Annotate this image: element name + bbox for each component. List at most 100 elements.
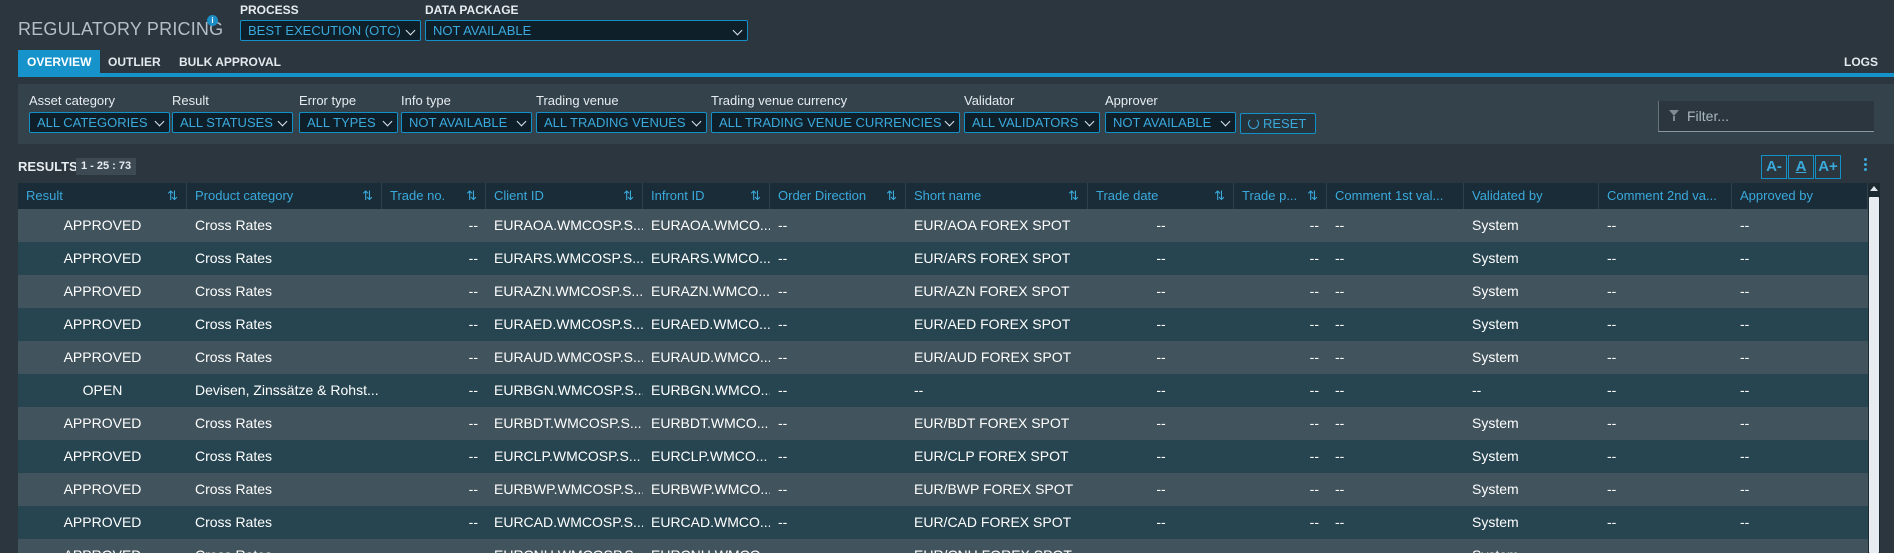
trading-venue-currency-select[interactable]: ALL TRADING VENUE CURRENCIES <box>711 112 960 133</box>
cell-result: APPROVED <box>63 514 142 530</box>
cell-validated-by: System <box>1472 250 1519 266</box>
cell-comment-2nd-va: -- <box>1607 217 1617 233</box>
cell-trade-no: -- <box>468 250 478 266</box>
more-options-icon[interactable] <box>1864 158 1868 174</box>
sort-icon[interactable]: ⇅ <box>886 183 897 209</box>
column-header-result[interactable]: Result ⇅ <box>18 183 187 209</box>
scrollbar-thumb[interactable] <box>1869 197 1879 553</box>
sort-icon[interactable]: ⇅ <box>750 183 761 209</box>
tab-overview[interactable]: OVERVIEW <box>18 50 101 74</box>
reset-button[interactable]: RESET <box>1240 113 1316 134</box>
result-select[interactable]: ALL STATUSES <box>172 112 293 133</box>
cell-product-category: Cross Rates <box>195 217 273 233</box>
vertical-scrollbar[interactable] <box>1868 183 1880 553</box>
info-icon[interactable]: i <box>207 15 218 26</box>
column-header-validated-by[interactable]: Validated by <box>1464 183 1599 209</box>
validator-select[interactable]: ALL VALIDATORS <box>964 112 1100 133</box>
info-type-select[interactable]: NOT AVAILABLE <box>401 112 532 133</box>
cell-client-id: EURBGN.WMCOSP.S... <box>494 382 643 398</box>
cell-comment-1st-val: -- <box>1327 539 1464 553</box>
cell-validated-by: System <box>1472 217 1519 233</box>
cell-approved-by: -- <box>1740 481 1750 497</box>
filter-input[interactable] <box>1687 106 1867 126</box>
column-header-product-category[interactable]: Product category ⇅ <box>187 183 382 209</box>
sort-icon[interactable]: ⇅ <box>167 183 178 209</box>
tab-outlier[interactable]: OUTLIER <box>99 50 170 74</box>
chevron-down-icon <box>1084 116 1095 127</box>
sort-icon[interactable]: ⇅ <box>466 183 477 209</box>
cell-infront-id: EURBDT.WMCO... <box>651 415 769 431</box>
column-header-trade-no[interactable]: Trade no. ⇅ <box>382 183 486 209</box>
sort-icon[interactable]: ⇅ <box>1214 183 1225 209</box>
cell-comment-2nd-va: -- <box>1607 481 1617 497</box>
cell-short-name: EUR/ARS FOREX SPOT <box>914 250 1071 266</box>
table-row[interactable]: APPROVED Cross Rates -- EURBDT.WMCOSP.S... E… <box>18 407 1868 440</box>
result-value: ALL STATUSES <box>180 115 273 130</box>
data-package-select[interactable]: NOT AVAILABLE <box>425 20 748 41</box>
column-header-trade-p[interactable]: Trade p... ⇅ <box>1234 183 1327 209</box>
table-row[interactable]: APPROVED Cross Rates -- EURAED.WMCOSP.S... E… <box>18 308 1868 341</box>
filter-label-result: Result <box>172 93 209 108</box>
tab-bulk-approval[interactable]: BULK APPROVAL <box>170 50 290 74</box>
table-row[interactable]: APPROVED Cross Rates -- EURCAD.WMCOSP.S... E… <box>18 506 1868 539</box>
cell-comment-1st-val: -- <box>1335 481 1345 497</box>
column-header-client-id[interactable]: Client ID ⇅ <box>486 183 643 209</box>
filter-label-info-type: Info type <box>401 93 451 108</box>
font-default-button[interactable]: A <box>1788 155 1814 179</box>
cell-trade-p: -- <box>1309 481 1319 497</box>
cell-approved-by: -- <box>1740 349 1750 365</box>
column-header-approved-by[interactable]: Approved by <box>1732 183 1868 209</box>
cell-trade-no: -- <box>468 283 478 299</box>
column-header-infront-id[interactable]: Infront ID ⇅ <box>643 183 770 209</box>
asset-category-select[interactable]: ALL CATEGORIES <box>29 112 170 133</box>
cell-comment-2nd-va: -- <box>1607 349 1617 365</box>
chevron-down-icon <box>154 116 165 127</box>
column-header-label: Short name <box>914 188 982 203</box>
table-row[interactable]: APPROVED Cross Rates -- EURBWP.WMCOSP.S... E… <box>18 473 1868 506</box>
chevron-down-icon <box>516 116 527 127</box>
cell-trade-p: -- <box>1309 349 1319 365</box>
sort-icon[interactable]: ⇅ <box>1307 183 1318 209</box>
column-header-order-direction[interactable]: Order Direction ⇅ <box>770 183 906 209</box>
trading-venue-select[interactable]: ALL TRADING VENUES <box>536 112 707 133</box>
cell-comment-1st-val: -- <box>1335 283 1345 299</box>
process-select[interactable]: BEST EXECUTION (OTC) <box>240 20 421 41</box>
cell-product-category: Cross Rates <box>187 539 382 553</box>
filter-label-trading-venue-currency: Trading venue currency <box>711 93 848 108</box>
column-header-comment-2nd-va[interactable]: Comment 2nd va... <box>1599 183 1732 209</box>
cell-trade-date: -- <box>1156 316 1166 332</box>
cell-infront-id: EURAOA.WMCO... <box>651 217 770 233</box>
table-row[interactable]: OPEN Devisen, Zinssätze & Rohst... -- EURBG… <box>18 374 1868 407</box>
cell-short-name: EUR/AZN FOREX SPOT <box>914 283 1070 299</box>
sort-icon[interactable]: ⇅ <box>362 183 373 209</box>
cell-infront-id: EURCNH.WMCO... <box>643 539 770 553</box>
font-decrease-button[interactable]: A- <box>1761 155 1787 179</box>
sort-icon[interactable]: ⇅ <box>623 183 634 209</box>
tab-logs[interactable]: LOGS <box>1835 50 1887 74</box>
cell-approved-by: -- <box>1740 448 1750 464</box>
error-type-select[interactable]: ALL TYPES <box>299 112 398 133</box>
chevron-down-icon <box>277 116 288 127</box>
column-header-label: Client ID <box>494 188 544 203</box>
approver-select[interactable]: NOT AVAILABLE <box>1105 112 1236 133</box>
table-row[interactable]: APPROVED Cross Rates -- EURAOA.WMCOSP.S... E… <box>18 209 1868 242</box>
column-header-comment-1st-val[interactable]: Comment 1st val... <box>1327 183 1464 209</box>
cell-approved-by: -- <box>1732 539 1868 553</box>
table-row[interactable]: APPROVED Cross Rates -- EURCLP.WMCOSP.S... E… <box>18 440 1868 473</box>
table-body: APPROVED Cross Rates -- EURAOA.WMCOSP.S... E… <box>18 209 1868 553</box>
sort-icon[interactable]: ⇅ <box>1068 183 1079 209</box>
cell-trade-p: -- <box>1309 283 1319 299</box>
table-row[interactable]: APPROVED Cross Rates -- EURARS.WMCOSP.S... E… <box>18 242 1868 275</box>
column-header-short-name[interactable]: Short name ⇅ <box>906 183 1088 209</box>
table-row[interactable]: APPROVEDCross Rates--EURCNH.WMCOSP.S...E… <box>18 539 1868 553</box>
cell-infront-id: EURBGN.WMCO... <box>651 382 770 398</box>
cell-approved-by: -- <box>1740 217 1750 233</box>
scroll-up-arrow-icon[interactable] <box>1870 186 1878 191</box>
cell-client-id: EURCNH.WMCOSP.S... <box>486 539 643 553</box>
font-increase-button[interactable]: A+ <box>1815 155 1841 179</box>
cell-short-name: -- <box>914 382 924 398</box>
cell-result: APPROVED <box>63 250 142 266</box>
column-header-trade-date[interactable]: Trade date ⇅ <box>1088 183 1234 209</box>
table-row[interactable]: APPROVED Cross Rates -- EURAZN.WMCOSP.S... E… <box>18 275 1868 308</box>
table-row[interactable]: APPROVED Cross Rates -- EURAUD.WMCOSP.S... E… <box>18 341 1868 374</box>
